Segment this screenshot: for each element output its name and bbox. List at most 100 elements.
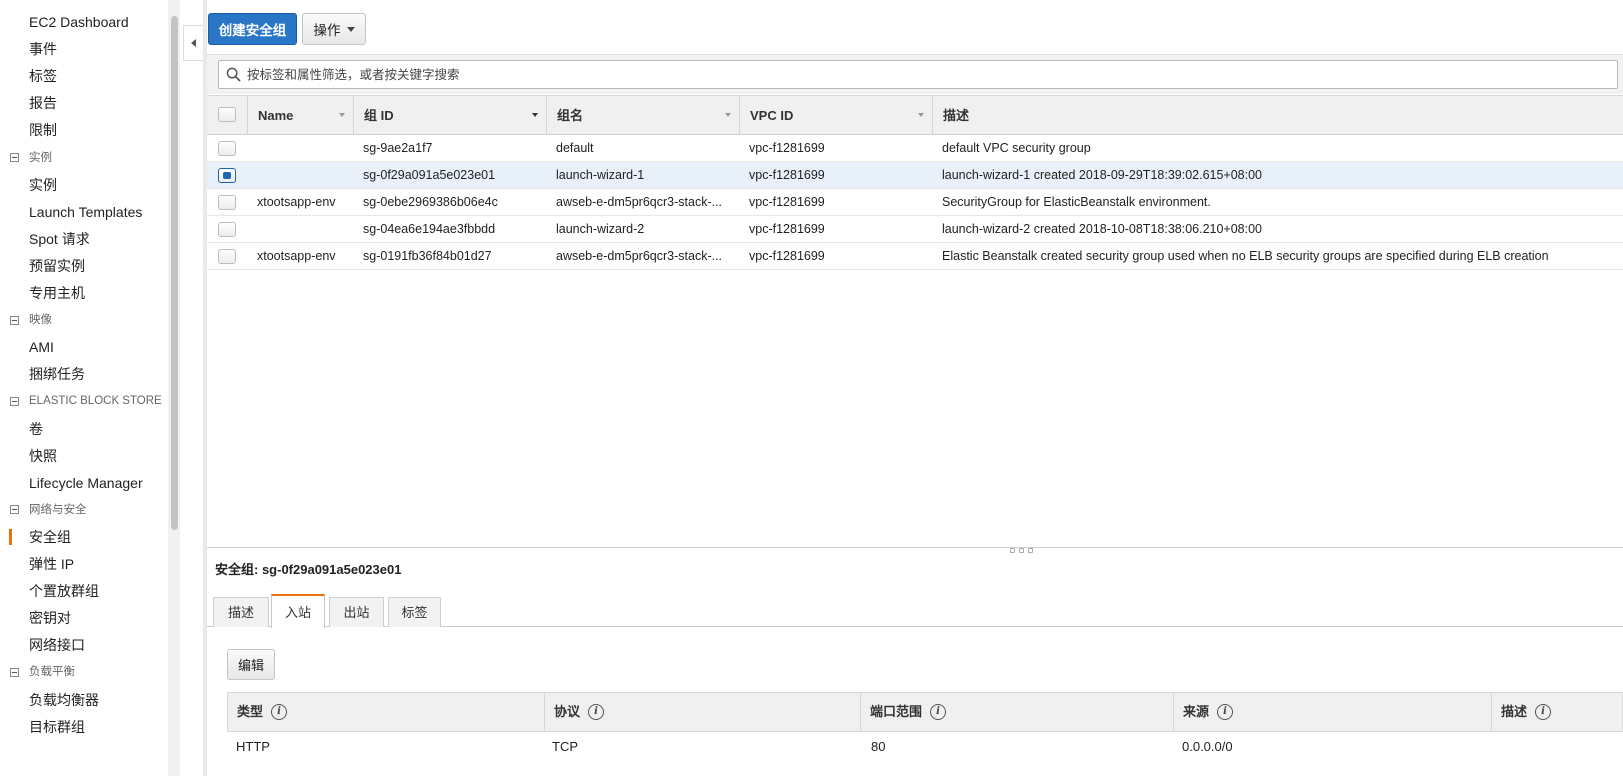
tab-inbound[interactable]: 入站	[271, 594, 325, 628]
sidebar-item[interactable]: 实例	[29, 175, 57, 195]
cell-group-name: launch-wizard-2	[556, 222, 645, 236]
table-row[interactable]: xtootsapp-env sg-0191fb36f84b01d27 awseb-e…	[207, 243, 1623, 270]
select-all-checkbox[interactable]	[218, 107, 236, 122]
column-label: 描述	[1501, 704, 1528, 719]
sidebar-item[interactable]: 限制	[29, 120, 57, 140]
cell-vpc-id: vpc-f1281699	[749, 141, 825, 155]
cell-description: SecurityGroup for ElasticBeanstalk envir…	[942, 195, 1211, 209]
column-label: 类型	[237, 704, 264, 719]
row-checkbox[interactable]	[218, 141, 236, 156]
info-icon[interactable]: i	[588, 704, 605, 720]
column-label: 协议	[554, 704, 581, 719]
sidebar-item[interactable]: 专用主机	[29, 283, 85, 303]
tab-description[interactable]: 描述	[213, 597, 269, 627]
sidebar-section-header[interactable]: 网络与安全	[10, 502, 87, 518]
pane-splitter[interactable]	[207, 547, 1623, 550]
tab-tags[interactable]: 标签	[388, 597, 441, 627]
sidebar-item[interactable]: Launch Templates	[29, 202, 142, 222]
sidebar-item[interactable]: AMI	[29, 337, 54, 357]
sidebar-item[interactable]: 个置放群组	[29, 581, 99, 601]
cell-description: Elastic Beanstalk created security group…	[942, 249, 1549, 263]
collapse-sidebar-button[interactable]	[183, 25, 203, 61]
collapse-minus-icon[interactable]	[10, 667, 19, 677]
column-label: 组名	[557, 108, 584, 123]
cell-name	[257, 216, 349, 242]
chevron-left-icon	[191, 39, 196, 47]
collapse-minus-icon[interactable]	[10, 153, 19, 162]
column-header-description[interactable]: 描述	[932, 96, 1623, 135]
cell-description: launch-wizard-1 created 2018-09-29T18:39…	[942, 168, 1263, 182]
sidebar-nav: EC2 Dashboard 事件 标签 报告 限制 实例 实例 Launch Template…	[0, 0, 168, 776]
row-checkbox[interactable]	[218, 222, 236, 237]
table-row[interactable]: sg-9ae2a1f7 default vpc-f1281699 default VP…	[207, 135, 1623, 162]
sidebar-item[interactable]: 网络接口	[29, 635, 85, 655]
sidebar-item[interactable]: 密钥对	[29, 608, 71, 628]
column-header-group-name[interactable]: 组名	[546, 96, 739, 135]
sidebar-item[interactable]: 预留实例	[29, 256, 85, 276]
sidebar-item[interactable]: 安全组	[9, 527, 71, 547]
info-icon[interactable]: i	[271, 704, 288, 720]
column-header-group-id[interactable]: 组 ID	[353, 96, 546, 135]
sidebar-section-header[interactable]: 实例	[10, 150, 52, 166]
table-row[interactable]: sg-0f29a091a5e023e01 launch-wizard-1 vpc-f…	[207, 162, 1623, 189]
row-checkbox[interactable]	[218, 249, 236, 264]
sidebar-section-header[interactable]: ELASTIC BLOCK STORE	[10, 393, 162, 409]
table-header: Name 组 ID 组名 VPC ID 描述	[207, 95, 1623, 135]
sidebar-item[interactable]: 负载均衡器	[29, 690, 99, 710]
sidebar-item[interactable]: Lifecycle Manager	[29, 473, 143, 493]
sidebar-item[interactable]: 捆绑任务	[29, 364, 85, 384]
sidebar-section-label: 实例	[29, 151, 52, 164]
cell-name	[257, 162, 349, 188]
cell-description: default VPC security group	[942, 141, 1091, 155]
sidebar-item[interactable]: 报告	[29, 93, 57, 113]
column-label: Name	[258, 108, 294, 123]
sidebar-section-header[interactable]: 负载平衡	[10, 664, 75, 680]
sidebar-item[interactable]: Spot 请求	[29, 229, 90, 249]
cell-group-id: sg-9ae2a1f7	[363, 141, 433, 155]
column-header-vpc-id[interactable]: VPC ID	[739, 96, 932, 135]
info-icon[interactable]: i	[930, 704, 947, 720]
collapse-minus-icon[interactable]	[10, 505, 19, 515]
rules-table-header: 类型 i 协议 i 端口范围 i 来源 i 描述 i	[227, 692, 1623, 732]
sidebar-scrollbar-thumb[interactable]	[171, 16, 178, 530]
row-checkbox[interactable]	[218, 195, 236, 210]
tab-outbound[interactable]: 出站	[329, 597, 384, 627]
sidebar-section-label: 网络与安全	[29, 503, 87, 516]
rule-column-description: 描述 i	[1491, 693, 1623, 731]
table-row[interactable]: xtootsapp-env sg-0ebe2969386b06e4c awseb-e…	[207, 189, 1623, 216]
rule-port-range: 80	[871, 739, 886, 754]
info-icon[interactable]: i	[1217, 704, 1234, 720]
sidebar-section-header[interactable]: 映像	[10, 312, 52, 328]
cell-vpc-id: vpc-f1281699	[749, 195, 825, 209]
create-security-group-button[interactable]: 创建安全组	[208, 13, 297, 45]
search-input[interactable]	[247, 61, 1607, 88]
info-icon[interactable]: i	[1535, 704, 1552, 720]
sidebar-item[interactable]: 标签	[29, 66, 57, 86]
cell-group-id: sg-0ebe2969386b06e4c	[363, 195, 498, 209]
cell-description: launch-wizard-2 created 2018-10-08T18:38…	[942, 222, 1263, 236]
search-box[interactable]	[218, 60, 1618, 89]
row-checkbox[interactable]	[218, 168, 236, 183]
cell-group-id: sg-0f29a091a5e023e01	[363, 168, 496, 182]
sidebar-item[interactable]: 事件	[29, 39, 57, 59]
rule-column-source: 来源 i	[1173, 693, 1491, 731]
column-header-name[interactable]: Name	[247, 96, 353, 135]
cell-group-name: default	[556, 141, 594, 155]
sidebar-section-label: ELASTIC BLOCK STORE	[29, 395, 162, 408]
sidebar-item[interactable]: 卷	[29, 419, 43, 439]
cell-group-name: launch-wizard-1	[556, 168, 645, 182]
edit-rules-button[interactable]: 编辑	[227, 649, 275, 680]
sidebar-item[interactable]: EC2 Dashboard	[29, 12, 129, 32]
column-label: 描述	[943, 108, 970, 123]
collapse-minus-icon[interactable]	[10, 315, 19, 325]
column-label: 来源	[1183, 704, 1210, 719]
table-row[interactable]: sg-04ea6e194ae3fbbdd launch-wizard-2 vpc-f…	[207, 216, 1623, 243]
sidebar-item[interactable]: 快照	[29, 446, 57, 466]
sidebar-item[interactable]: 弹性 IP	[29, 554, 74, 574]
collapse-minus-icon[interactable]	[10, 396, 19, 406]
cell-name: xtootsapp-env	[257, 195, 336, 209]
actions-label: 操作	[313, 23, 341, 38]
sidebar-item[interactable]: 目标群组	[29, 717, 85, 737]
resize-handle-icon[interactable]	[1010, 548, 1040, 554]
actions-dropdown-button[interactable]: 操作	[302, 13, 366, 45]
